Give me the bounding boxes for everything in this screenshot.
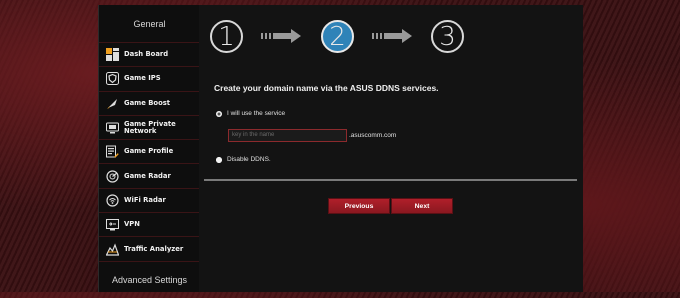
sidebar-item-label: WiFi Radar [124,195,166,204]
disable-ddns-option[interactable]: Disable DDNS. [216,156,271,163]
ddns-wizard-panel: 1 2 3 Create your domain name via the AS… [199,5,583,292]
nav-list: Dash Board Game IPS Game Boost Game Priv… [99,42,200,262]
general-section-header: General [133,18,166,29]
advanced-settings-header: Advanced Settings [111,274,188,285]
profile-icon [105,145,119,159]
domain-name-input[interactable]: key in the name [228,129,347,142]
sidebar-item-label: VPN [124,220,140,229]
radio-button-checked[interactable] [216,110,222,117]
sidebar-item-dashboard[interactable]: Dash Board [99,43,200,68]
sidebar-item-game-boost[interactable]: Game Boost [99,92,200,116]
shield-icon [105,72,119,86]
sidebar-item-game-ips[interactable]: Game IPS [99,67,200,92]
network-icon [105,121,119,135]
radio-button[interactable] [216,156,222,163]
previous-button[interactable]: Previous [328,198,390,214]
arrow-right-icon [372,29,412,43]
sidebar-item-game-profile[interactable]: Game Profile [99,140,200,165]
domain-suffix: .asuscomm.com [349,132,397,139]
sidebar: General Dash Board Game IPS Game Boost G… [98,5,200,292]
step-3-circle: 3 [431,20,464,53]
next-button[interactable]: Next [391,198,453,214]
sidebar-item-label: Traffic Analyzer [124,244,184,253]
sidebar-item-game-private-network[interactable]: Game Private Network [99,116,200,141]
sidebar-item-label: Game IPS [124,74,161,83]
sidebar-item-label: Game Boost [124,98,171,107]
sidebar-item-vpn[interactable]: VPN [99,213,200,238]
sidebar-item-label: Game Radar [124,171,171,180]
sidebar-item-wifi-radar[interactable]: WiFi Radar [99,189,200,214]
wizard-heading: Create your domain name via the ASUS DDN… [214,83,439,93]
sidebar-item-label: Game Profile [124,147,174,156]
divider [204,179,577,181]
sidebar-item-label: Dash Board [124,50,169,59]
rocket-icon [105,96,119,110]
dashboard-icon [105,48,119,62]
sidebar-item-label: Game Private Network [124,119,176,135]
use-service-option[interactable]: I will use the service [216,110,285,117]
step-indicator: 1 2 3 [199,20,583,60]
step-1-circle: 1 [210,20,243,53]
wifi-icon [105,193,119,207]
disable-ddns-label: Disable DDNS. [227,156,271,163]
vpn-icon [105,218,119,232]
traffic-icon [105,242,119,256]
radar-icon [105,169,119,183]
step-2-circle: 2 [321,20,354,53]
sidebar-item-game-radar[interactable]: Game Radar [99,164,200,189]
sidebar-item-traffic-analyzer[interactable]: Traffic Analyzer [99,237,200,262]
use-service-label: I will use the service [227,110,286,117]
arrow-right-icon [261,29,301,43]
